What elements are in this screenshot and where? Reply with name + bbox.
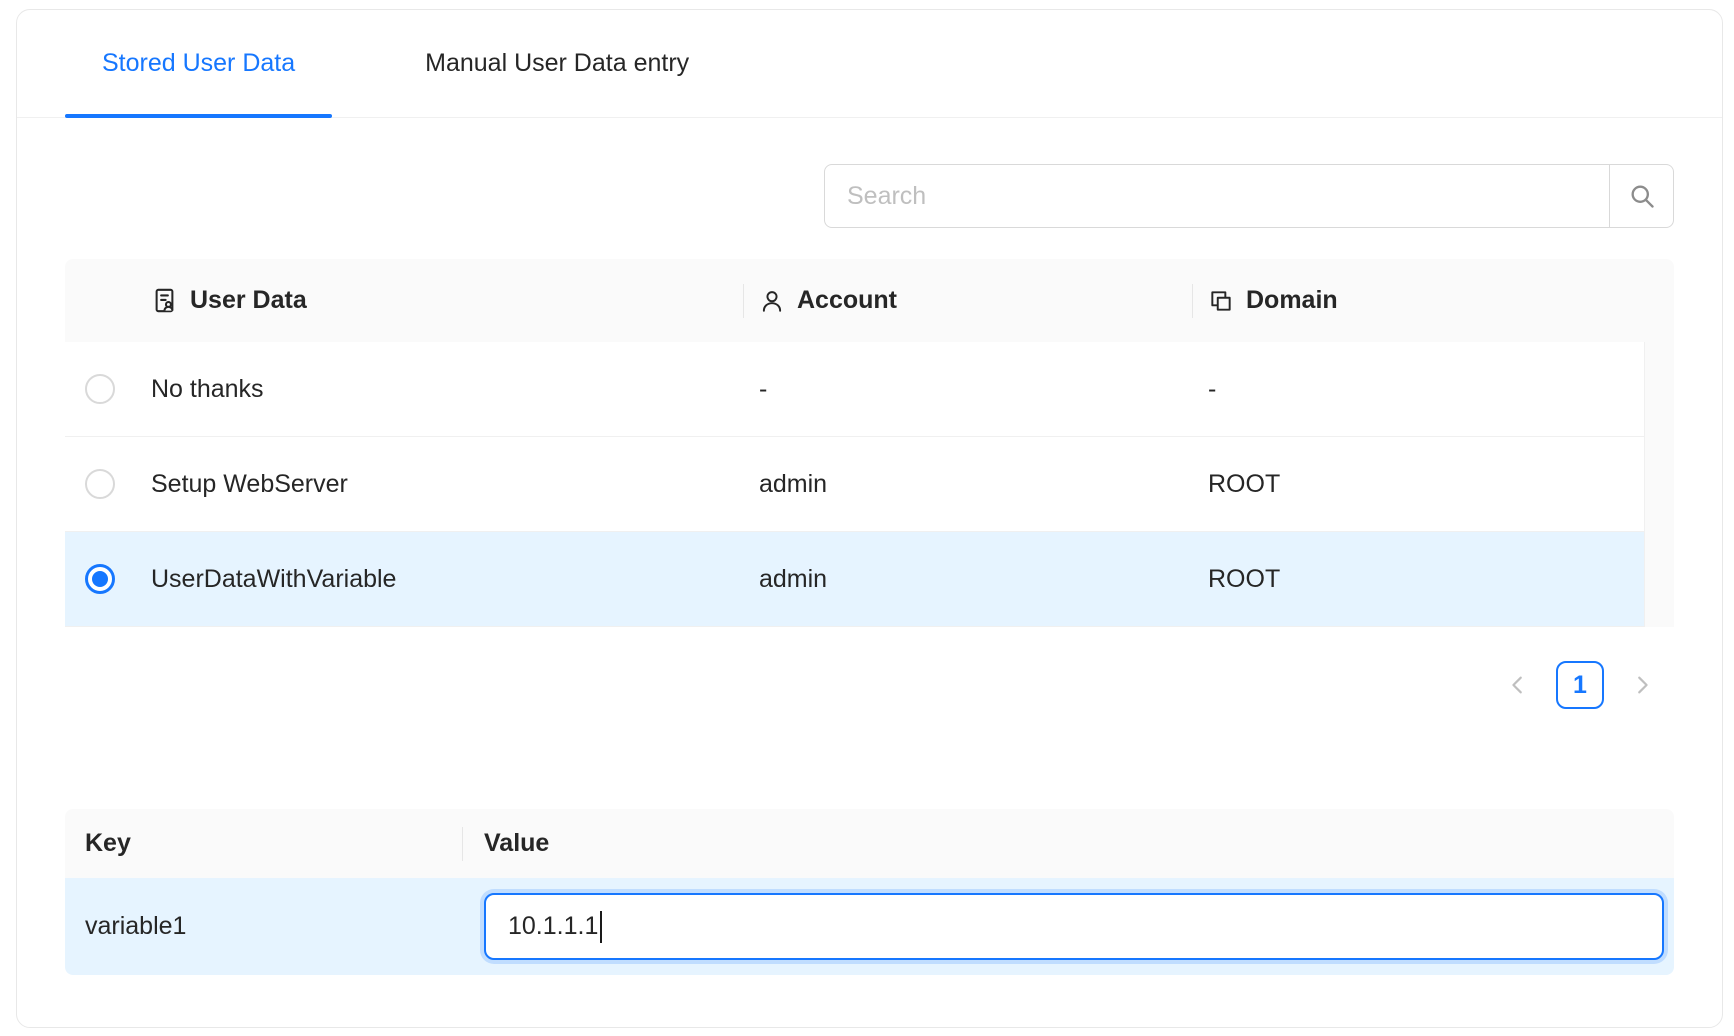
tab-label: Manual User Data entry [425, 49, 689, 78]
column-label: Domain [1246, 286, 1338, 315]
search-icon [1628, 182, 1656, 210]
pagination-prev-button[interactable] [1498, 661, 1538, 709]
selection-column-header [65, 259, 135, 342]
search-row [65, 164, 1674, 228]
tab-bar: Stored User Data Manual User Data entry [17, 10, 1722, 118]
table-body: No thanks - - Setup WebServer admin ROOT [65, 342, 1644, 627]
row-radio-checked[interactable] [85, 564, 115, 594]
pagination: 1 [65, 661, 1674, 709]
user-data-table: User Data Account [65, 259, 1674, 627]
cell-domain: ROOT [1192, 470, 1644, 499]
table-header: User Data Account [65, 259, 1674, 342]
tab-label: Stored User Data [102, 49, 295, 78]
column-header-domain: Domain [1192, 259, 1674, 342]
kv-header: Key Value [65, 809, 1674, 878]
table-row-selected[interactable]: UserDataWithVariable admin ROOT [65, 532, 1644, 627]
search-group [824, 164, 1674, 228]
row-radio[interactable] [85, 374, 115, 404]
kv-column-key: Key [65, 829, 462, 858]
table-row[interactable]: Setup WebServer admin ROOT [65, 437, 1644, 532]
user-icon [759, 288, 785, 314]
pagination-next-button[interactable] [1622, 661, 1662, 709]
screen: Stored User Data Manual User Data entry [0, 0, 1734, 1036]
cell-account: - [743, 375, 1192, 404]
kv-row: variable1 10.1.1.1 [65, 878, 1674, 975]
tab-manual-user-data-entry[interactable]: Manual User Data entry [388, 10, 726, 117]
cell-domain: ROOT [1192, 565, 1644, 594]
chevron-left-icon [1507, 674, 1529, 696]
cell-account: admin [743, 565, 1192, 594]
page-number: 1 [1573, 671, 1587, 700]
column-label: User Data [190, 286, 307, 315]
solution-icon [151, 287, 178, 314]
cell-domain: - [1192, 375, 1644, 404]
column-label: Account [797, 286, 897, 315]
cell-account: admin [743, 470, 1192, 499]
table-scrollbar[interactable] [1644, 342, 1674, 627]
cell-user-data: No thanks [135, 375, 743, 404]
tab-stored-user-data[interactable]: Stored User Data [65, 10, 332, 117]
key-value-table: Key Value variable1 10.1.1.1 [65, 809, 1674, 975]
block-icon [1208, 288, 1234, 314]
text-cursor [600, 911, 602, 943]
kv-column-value: Value [462, 829, 1674, 858]
chevron-right-icon [1631, 674, 1653, 696]
column-header-account: Account [743, 259, 1192, 342]
value-input[interactable]: 10.1.1.1 [484, 893, 1664, 960]
search-input[interactable] [824, 164, 1610, 228]
pagination-page-1[interactable]: 1 [1556, 661, 1604, 709]
panel-card: Stored User Data Manual User Data entry [16, 9, 1723, 1028]
column-header-user-data: User Data [135, 259, 743, 342]
search-button[interactable] [1609, 164, 1674, 228]
cell-user-data: UserDataWithVariable [135, 565, 743, 594]
table-row[interactable]: No thanks - - [65, 342, 1644, 437]
value-input-text: 10.1.1.1 [508, 912, 598, 941]
row-radio[interactable] [85, 469, 115, 499]
cell-user-data: Setup WebServer [135, 470, 743, 499]
kv-key-cell: variable1 [65, 912, 462, 941]
